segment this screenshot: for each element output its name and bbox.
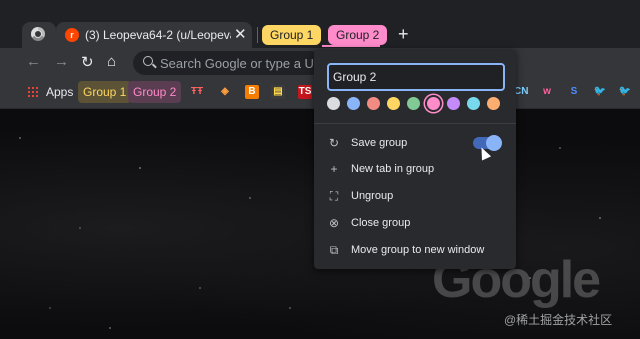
chrome-home-tab[interactable] bbox=[22, 22, 56, 48]
tab-divider bbox=[257, 27, 258, 43]
menu-label: New tab in group bbox=[351, 163, 435, 175]
omnibox-placeholder: Search Google or type a URL bbox=[160, 56, 331, 71]
group-name-input[interactable] bbox=[327, 63, 505, 91]
color-swatch[interactable] bbox=[347, 97, 360, 110]
save-icon: ↻ bbox=[328, 136, 340, 150]
blogger-icon[interactable]: B bbox=[245, 85, 259, 99]
tab-reddit[interactable]: r (3) Leopeva64-2 (u/Leopeva64-2) ✕ bbox=[56, 22, 252, 48]
menu-label: Save group bbox=[351, 137, 408, 149]
ts-icon[interactable]: TS bbox=[298, 85, 312, 99]
twitter-icon[interactable]: 🐦 bbox=[593, 85, 607, 99]
separator bbox=[314, 123, 516, 124]
tab-title: (3) Leopeva64-2 (u/Leopeva64-2) bbox=[85, 28, 231, 42]
color-swatch[interactable] bbox=[367, 97, 380, 110]
color-swatch[interactable] bbox=[407, 97, 420, 110]
ungroup-icon: ⛶ bbox=[329, 189, 339, 203]
menu-label: Close group bbox=[351, 217, 411, 229]
reddit-icon: r bbox=[65, 28, 79, 42]
omnibox[interactable]: Search Google or type a URL bbox=[133, 51, 331, 75]
menu-ungroup[interactable]: ⛶ Ungroup bbox=[314, 184, 516, 210]
bookmark-group-2[interactable]: Group 2 bbox=[128, 81, 182, 103]
menu-close-group[interactable]: ⊗ Close group bbox=[314, 211, 516, 237]
menu-label: Move group to new window bbox=[351, 244, 485, 256]
s-icon[interactable]: S bbox=[567, 85, 581, 99]
color-swatch[interactable] bbox=[487, 97, 500, 110]
reload-button[interactable]: ↻ bbox=[81, 53, 94, 71]
back-button[interactable]: ← bbox=[26, 53, 41, 70]
color-swatch[interactable] bbox=[467, 97, 480, 110]
toggle-knob bbox=[486, 135, 502, 151]
cn-icon[interactable]: CN bbox=[514, 85, 528, 99]
home-button[interactable]: ⌂ bbox=[107, 53, 116, 70]
forward-button[interactable]: → bbox=[54, 53, 69, 70]
move-window-icon: ⧉ bbox=[329, 243, 339, 257]
new-tab-button[interactable]: + bbox=[398, 24, 409, 45]
tab-group-2-underline bbox=[322, 45, 380, 47]
close-circle-icon: ⊗ bbox=[328, 216, 340, 230]
color-swatch[interactable] bbox=[427, 97, 440, 110]
menu-label: Ungroup bbox=[351, 190, 394, 202]
twitter-icon-2[interactable]: 🐦 bbox=[618, 85, 632, 99]
tt-icon[interactable]: ŦŦ bbox=[190, 85, 204, 99]
apps-grid-icon[interactable] bbox=[27, 86, 39, 98]
plus-icon: + bbox=[330, 162, 338, 176]
diamond-icon[interactable]: ◈ bbox=[218, 85, 232, 99]
watermark: @稀土掘金技术社区 bbox=[504, 313, 613, 327]
chart-icon[interactable]: ▤ bbox=[271, 85, 285, 99]
color-swatch[interactable] bbox=[387, 97, 400, 110]
tab-group-1-chip[interactable]: Group 1 bbox=[262, 25, 322, 45]
chrome-icon bbox=[31, 27, 45, 41]
apps-label[interactable]: Apps bbox=[46, 85, 73, 99]
menu-new-tab-in-group[interactable]: + New tab in group bbox=[314, 157, 516, 183]
search-icon bbox=[143, 56, 153, 66]
bookmark-group-1[interactable]: Group 1 bbox=[78, 81, 132, 103]
menu-move-group-to-new-window[interactable]: ⧉ Move group to new window bbox=[314, 238, 516, 264]
color-swatch[interactable] bbox=[327, 97, 340, 110]
tab-group-editor-popup: ↻ Save group + New tab in group ⛶ Ungrou… bbox=[314, 49, 516, 269]
color-swatch[interactable] bbox=[447, 97, 460, 110]
w-icon[interactable]: w bbox=[540, 85, 554, 99]
close-icon[interactable]: ✕ bbox=[234, 25, 247, 43]
tab-strip: r (3) Leopeva64-2 (u/Leopeva64-2) ✕ Grou… bbox=[0, 0, 640, 48]
tab-group-2-chip[interactable]: Group 2 bbox=[328, 25, 388, 45]
